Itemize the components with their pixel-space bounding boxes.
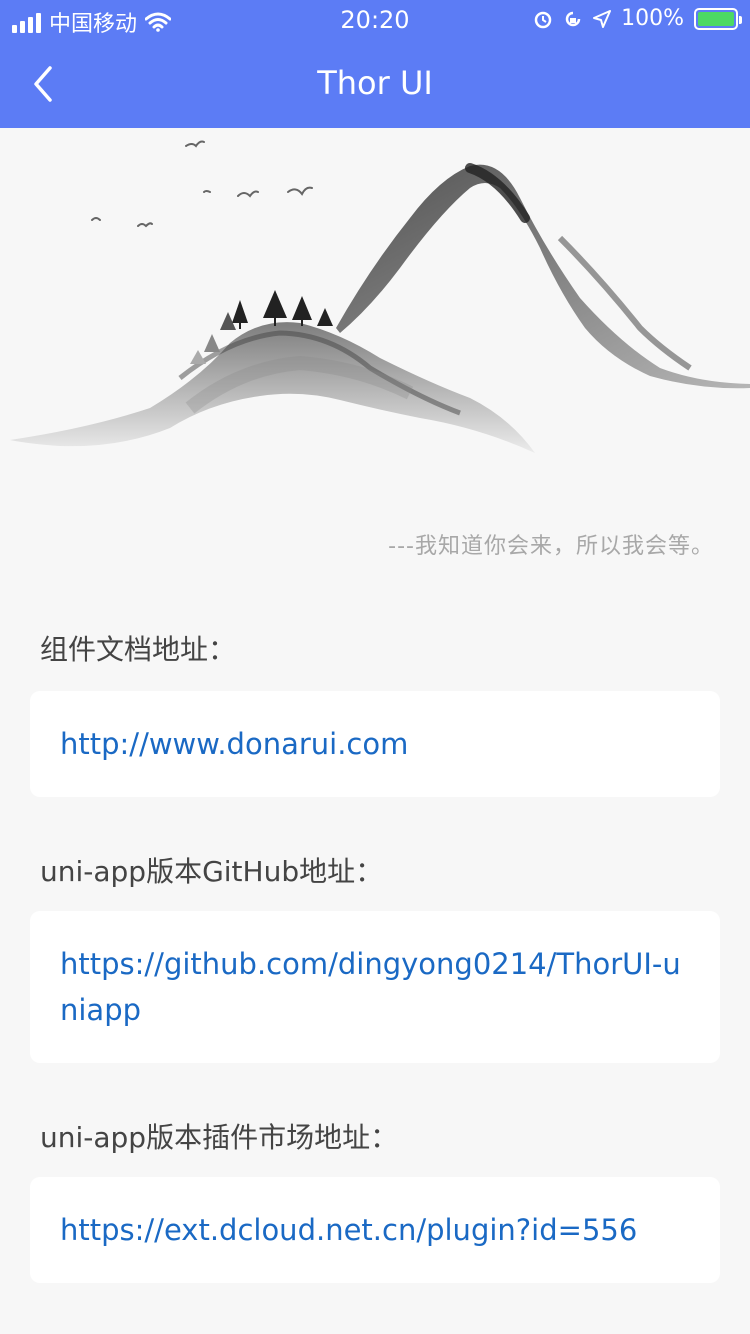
docs-url-card: http://www.donarui.com [30,691,720,797]
battery-percent: 100% [621,6,684,31]
header: 中国移动 20:20 100% Thor UI [0,0,750,128]
status-right: 100% [533,6,742,31]
page-title: Thor UI [317,64,433,102]
birds [91,140,313,228]
battery-icon [694,7,742,30]
docs-url-link[interactable]: http://www.donarui.com [60,721,690,767]
plugin-market-url-card: https://ext.dcloud.net.cn/plugin?id=556 [30,1177,720,1283]
hero-quote: ---我知道你会来，所以我会等。 [388,534,714,559]
docs-url-label: 组件文档地址： [40,633,237,666]
plugin-market-url-label: uni-app版本插件市场地址： [40,1121,399,1154]
github-url-link[interactable]: https://github.com/dingyong0214/ThorUI-u… [60,941,690,1033]
rotation-lock-icon [565,11,581,26]
status-bar: 中国移动 20:20 100% [0,0,750,40]
nav-bar: Thor UI [0,40,750,128]
location-icon [593,9,612,28]
alarm-icon [534,11,552,28]
plugin-market-url-link[interactable]: https://ext.dcloud.net.cn/plugin?id=556 [60,1207,690,1253]
ink-landscape-illustration [10,140,750,453]
github-url-label: uni-app版本GitHub地址： [40,855,384,888]
github-url-card: https://github.com/dingyong0214/ThorUI-u… [30,911,720,1063]
